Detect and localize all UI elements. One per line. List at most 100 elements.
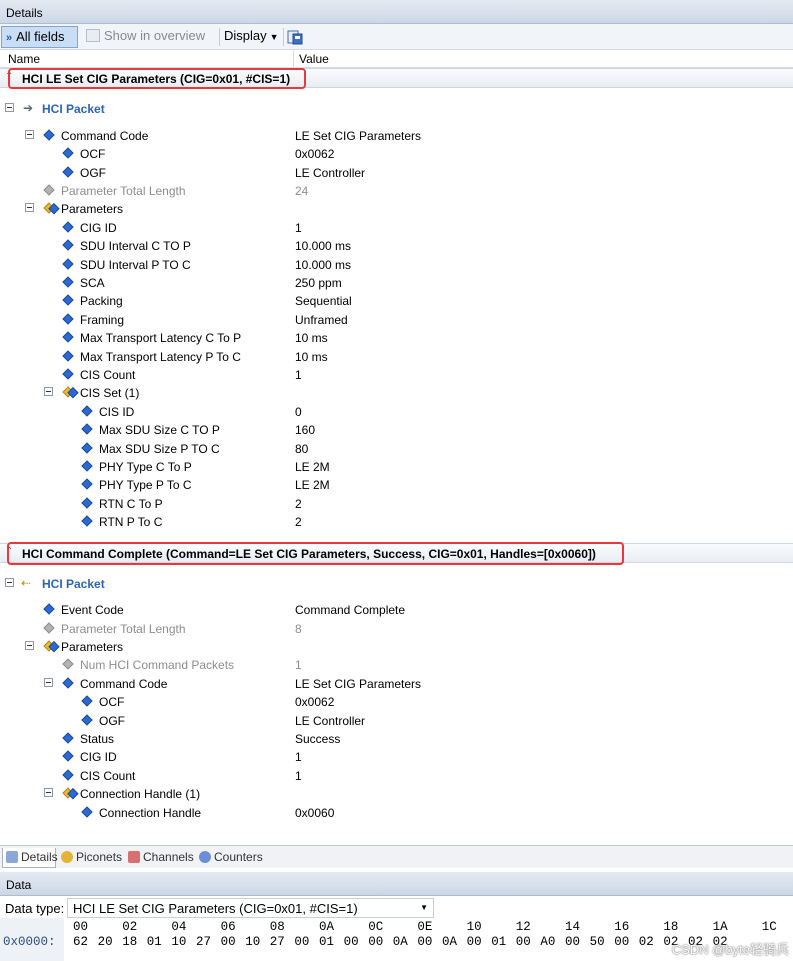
tree-row[interactable]: Parameter Total Length 8 bbox=[0, 620, 793, 638]
field-name: Status bbox=[80, 732, 115, 746]
tree-row[interactable]: SDU Interval C TO P 10.000 ms bbox=[0, 237, 793, 255]
hex-byte[interactable]: 0A bbox=[393, 935, 408, 949]
tree-row[interactable]: Num HCI Command Packets 1 bbox=[0, 656, 793, 674]
toolbar-separator bbox=[283, 28, 284, 46]
tree-row[interactable]: OGF LE Controller bbox=[0, 164, 793, 182]
field-name: Command Code bbox=[80, 677, 168, 691]
field-icon bbox=[62, 769, 74, 781]
field-icon bbox=[62, 350, 74, 362]
field-icon bbox=[62, 221, 74, 233]
hex-byte[interactable]: 00 bbox=[294, 935, 309, 949]
hex-byte[interactable]: 01 bbox=[319, 935, 334, 949]
tree-row[interactable]: CIS Count 1 bbox=[0, 767, 793, 785]
tree-row[interactable]: CIG ID 1 bbox=[0, 219, 793, 237]
tab-details[interactable]: Details bbox=[2, 848, 58, 868]
hex-byte[interactable]: A0 bbox=[540, 935, 555, 949]
tree-row[interactable]: CIS ID 0 bbox=[0, 403, 793, 421]
tree-row[interactable]: Parameters bbox=[0, 638, 793, 656]
tree-row[interactable]: SCA 250 ppm bbox=[0, 274, 793, 292]
hex-byte[interactable]: 02 bbox=[639, 935, 654, 949]
hex-byte[interactable]: 00 bbox=[344, 935, 359, 949]
tab-counters[interactable]: Counters bbox=[196, 848, 264, 868]
tree-toggle[interactable] bbox=[44, 678, 53, 687]
tree-row[interactable]: RTN C To P 2 bbox=[0, 495, 793, 513]
tree-row[interactable]: Max SDU Size P TO C 80 bbox=[0, 440, 793, 458]
tree-row[interactable]: CIS Set (1) bbox=[0, 384, 793, 402]
tree-row[interactable]: Status Success bbox=[0, 730, 793, 748]
hex-byte[interactable]: 01 bbox=[147, 935, 162, 949]
tree-row[interactable]: Framing Unframed bbox=[0, 311, 793, 329]
tree-row[interactable]: Max SDU Size C TO P 160 bbox=[0, 421, 793, 439]
tree-row[interactable]: PHY Type P To C LE 2M bbox=[0, 476, 793, 494]
show-in-overview-button[interactable]: Show in overview bbox=[84, 26, 218, 48]
hex-byte[interactable]: 62 bbox=[73, 935, 88, 949]
field-value: LE Set CIG Parameters bbox=[295, 677, 422, 691]
field-name: CIG ID bbox=[80, 750, 117, 764]
data-type-select[interactable]: HCI LE Set CIG Parameters (CIG=0x01, #CI… bbox=[67, 898, 434, 918]
tree-row[interactable]: RTN P To C 2 bbox=[0, 513, 793, 531]
field-name: CIS Count bbox=[80, 769, 136, 783]
hex-column-header: 00 bbox=[73, 920, 89, 934]
hex-byte[interactable]: 00 bbox=[565, 935, 580, 949]
hci-packet-node-2[interactable]: ⇠ HCI Packet bbox=[0, 575, 793, 593]
field-icon bbox=[81, 806, 93, 818]
hex-byte[interactable]: 00 bbox=[221, 935, 236, 949]
tree-row[interactable]: CIG ID 1 bbox=[0, 748, 793, 766]
counters-icon bbox=[199, 851, 211, 863]
hex-byte[interactable]: 00 bbox=[368, 935, 383, 949]
hex-byte[interactable]: 10 bbox=[171, 935, 186, 949]
tree-row[interactable]: Packing Sequential bbox=[0, 292, 793, 310]
hex-byte[interactable]: 00 bbox=[467, 935, 482, 949]
hci-packet-node-1[interactable]: ➔ HCI Packet bbox=[0, 100, 793, 118]
hex-byte[interactable]: 00 bbox=[417, 935, 432, 949]
field-name: Connection Handle bbox=[99, 806, 202, 820]
hex-byte[interactable]: 00 bbox=[614, 935, 629, 949]
hex-column-header: 06 bbox=[220, 920, 236, 934]
tree-row[interactable]: PHY Type C To P LE 2M bbox=[0, 458, 793, 476]
tree-toggle[interactable] bbox=[44, 788, 53, 797]
tree-row[interactable]: SDU Interval P TO C 10.000 ms bbox=[0, 256, 793, 274]
field-name: Max Transport Latency P To C bbox=[80, 350, 241, 364]
tree-row[interactable]: Connection Handle 0x0060 bbox=[0, 804, 793, 822]
tree-row[interactable]: Event Code Command Complete bbox=[0, 601, 793, 619]
tree-toggle[interactable] bbox=[5, 578, 14, 587]
hex-column-header: 08 bbox=[269, 920, 285, 934]
tree-row[interactable]: Command Code LE Set CIG Parameters bbox=[0, 127, 793, 145]
tree-toggle[interactable] bbox=[5, 103, 14, 112]
column-divider[interactable] bbox=[293, 50, 294, 68]
hex-byte[interactable]: 27 bbox=[196, 935, 211, 949]
field-icon bbox=[43, 603, 55, 615]
name-column-header[interactable]: Name bbox=[8, 52, 40, 66]
field-name: Parameter Total Length bbox=[61, 184, 186, 198]
field-name: Num HCI Command Packets bbox=[80, 658, 235, 672]
hex-byte[interactable]: 50 bbox=[590, 935, 605, 949]
display-dropdown[interactable]: Display ▼ bbox=[223, 26, 283, 48]
hex-byte[interactable]: 01 bbox=[491, 935, 506, 949]
tree-row[interactable]: Parameters bbox=[0, 200, 793, 218]
hex-byte[interactable]: 10 bbox=[245, 935, 260, 949]
tree-row[interactable]: Connection Handle (1) bbox=[0, 785, 793, 803]
tree-row[interactable]: OGF LE Controller bbox=[0, 712, 793, 730]
tree-toggle[interactable] bbox=[25, 203, 34, 212]
tree-row[interactable]: OCF 0x0062 bbox=[0, 145, 793, 163]
tree-toggle[interactable] bbox=[25, 130, 34, 139]
tree-row[interactable]: OCF 0x0062 bbox=[0, 693, 793, 711]
hex-byte[interactable]: 00 bbox=[516, 935, 531, 949]
hex-byte[interactable]: 18 bbox=[122, 935, 137, 949]
tree-toggle[interactable] bbox=[44, 387, 53, 396]
hex-byte[interactable]: 0A bbox=[442, 935, 457, 949]
tab-piconets[interactable]: Piconets bbox=[58, 848, 122, 868]
tree-row[interactable]: Parameter Total Length 24 bbox=[0, 182, 793, 200]
export-icon[interactable] bbox=[287, 29, 303, 45]
all-fields-button[interactable]: » All fields bbox=[1, 26, 78, 48]
value-column-header[interactable]: Value bbox=[299, 52, 329, 66]
tree-row[interactable]: Max Transport Latency C To P 10 ms bbox=[0, 329, 793, 347]
field-name: Parameters bbox=[61, 202, 124, 216]
tab-channels[interactable]: Channels bbox=[125, 848, 194, 868]
tree-row[interactable]: Max Transport Latency P To C 10 ms bbox=[0, 348, 793, 366]
tree-row[interactable]: Command Code LE Set CIG Parameters bbox=[0, 675, 793, 693]
hex-byte[interactable]: 20 bbox=[98, 935, 113, 949]
tree-row[interactable]: CIS Count 1 bbox=[0, 366, 793, 384]
hex-byte[interactable]: 27 bbox=[270, 935, 285, 949]
tree-toggle[interactable] bbox=[25, 641, 34, 650]
